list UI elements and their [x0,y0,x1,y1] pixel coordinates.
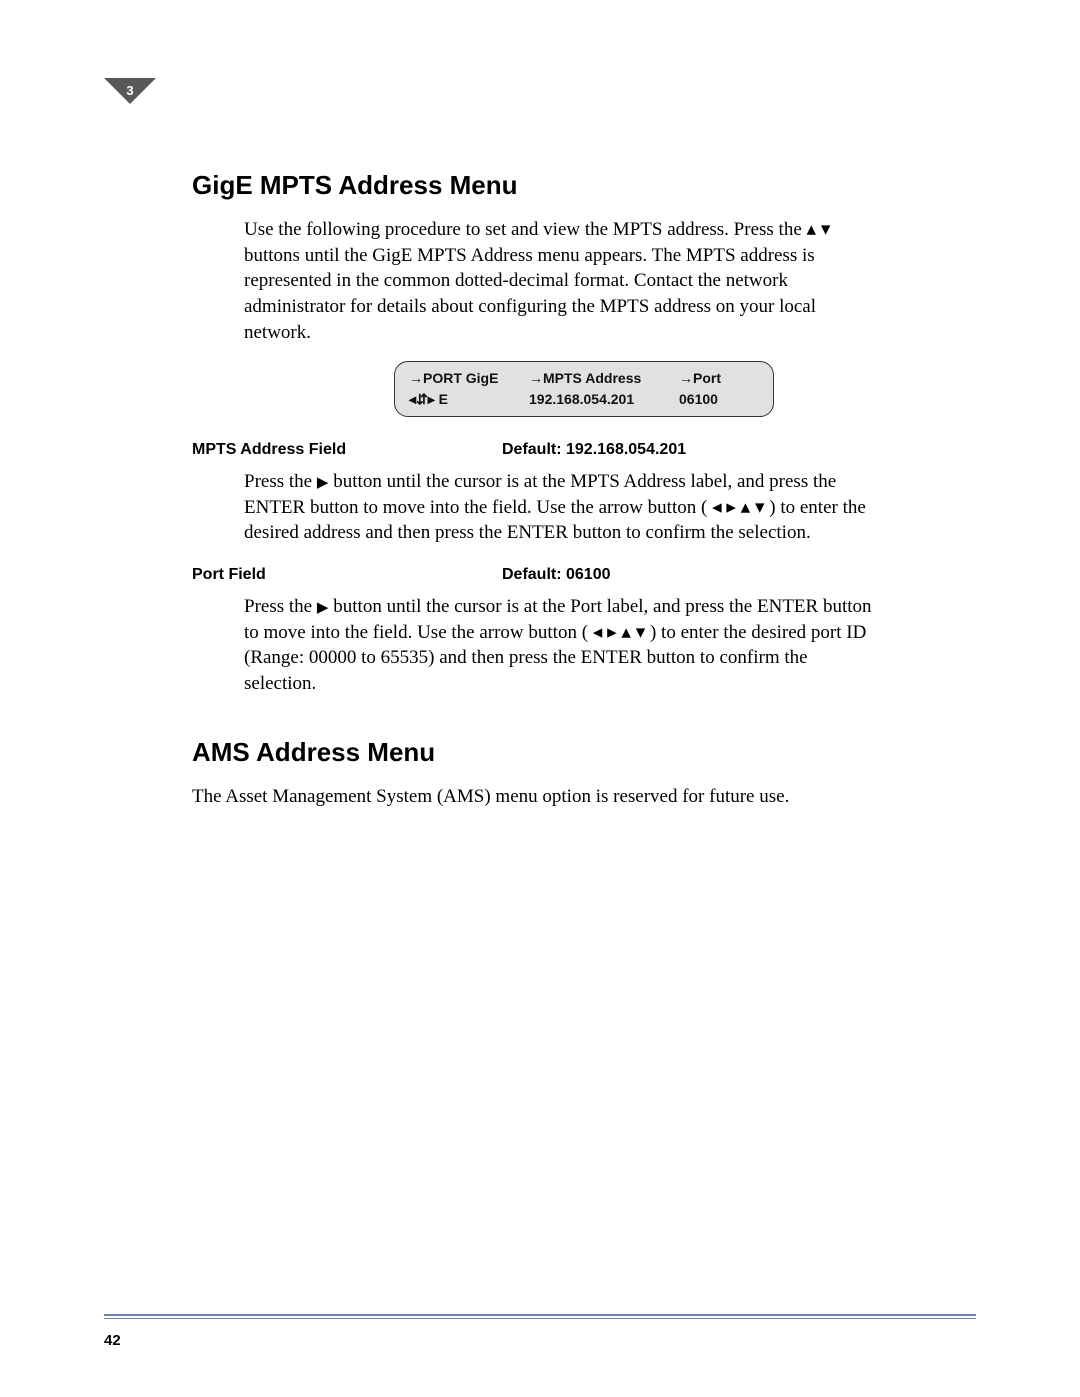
page-number: 42 [104,1332,121,1349]
up-arrow-icon [621,620,631,646]
heading-gige-mpts: GigE MPTS Address Menu [192,170,976,201]
chapter-number: 3 [104,78,156,130]
ams-paragraph: The Asset Management System (AMS) menu o… [192,784,892,810]
lcd-r2-port: 06100 [679,389,759,410]
lcd-row-1: →PORT GigE →MPTS Address →Port [409,368,759,389]
field-label-mpts: MPTS Address Field [192,441,502,459]
left-arrow-icon [593,620,603,646]
field-label-port: Port Field [192,566,502,584]
right-arrow-icon [317,594,329,620]
field-para-port: Press the button until the cursor is at … [244,594,884,697]
footer-rule [104,1314,976,1319]
field-default-mpts: Default: 192.168.054.201 [502,441,686,459]
up-arrow-icon [741,495,751,521]
lcd-r2-nav: ◂⇵▸ E [409,389,529,410]
arrow-set-icon [593,622,650,643]
lcd-row-2: ◂⇵▸ E 192.168.054.201 06100 [409,389,759,410]
field-para-mpts: Press the button until the cursor is at … [244,469,884,546]
f1-a: Press the [244,471,317,492]
right-arrow-icon [317,469,329,495]
arrow-set-icon [712,497,769,518]
lcd-r2-ip: 192.168.054.201 [529,389,679,410]
heading-ams: AMS Address Menu [192,737,976,768]
lcd-display: →PORT GigE →MPTS Address →Port ◂⇵▸ E 192… [394,361,774,417]
lcd-r1-mpts: →MPTS Address [529,368,679,389]
f2-a: Press the [244,596,317,617]
chapter-badge: 3 [104,78,156,130]
right-arrow-icon [726,495,736,521]
content-column: GigE MPTS Address Menu Use the following… [192,170,976,809]
down-arrow-icon [755,495,765,521]
field-row-port: Port Field Default: 06100 [192,566,976,584]
lcd-r1-portlabel: →Port [679,368,759,389]
left-arrow-icon [712,495,722,521]
intro-text-b: buttons until the GigE MPTS Address menu… [244,245,816,343]
intro-text-a: Use the following procedure to set and v… [244,219,807,240]
field-default-port: Default: 06100 [502,566,611,584]
field-row-mpts: MPTS Address Field Default: 192.168.054.… [192,441,976,459]
up-arrow-icon [807,217,817,243]
down-arrow-icon [636,620,646,646]
down-arrow-icon [821,217,831,243]
right-arrow-icon [607,620,617,646]
lcd-r1-port: →PORT GigE [409,368,529,389]
page: 3 GigE MPTS Address Menu Use the followi… [0,0,1080,1397]
intro-paragraph: Use the following procedure to set and v… [244,217,884,345]
